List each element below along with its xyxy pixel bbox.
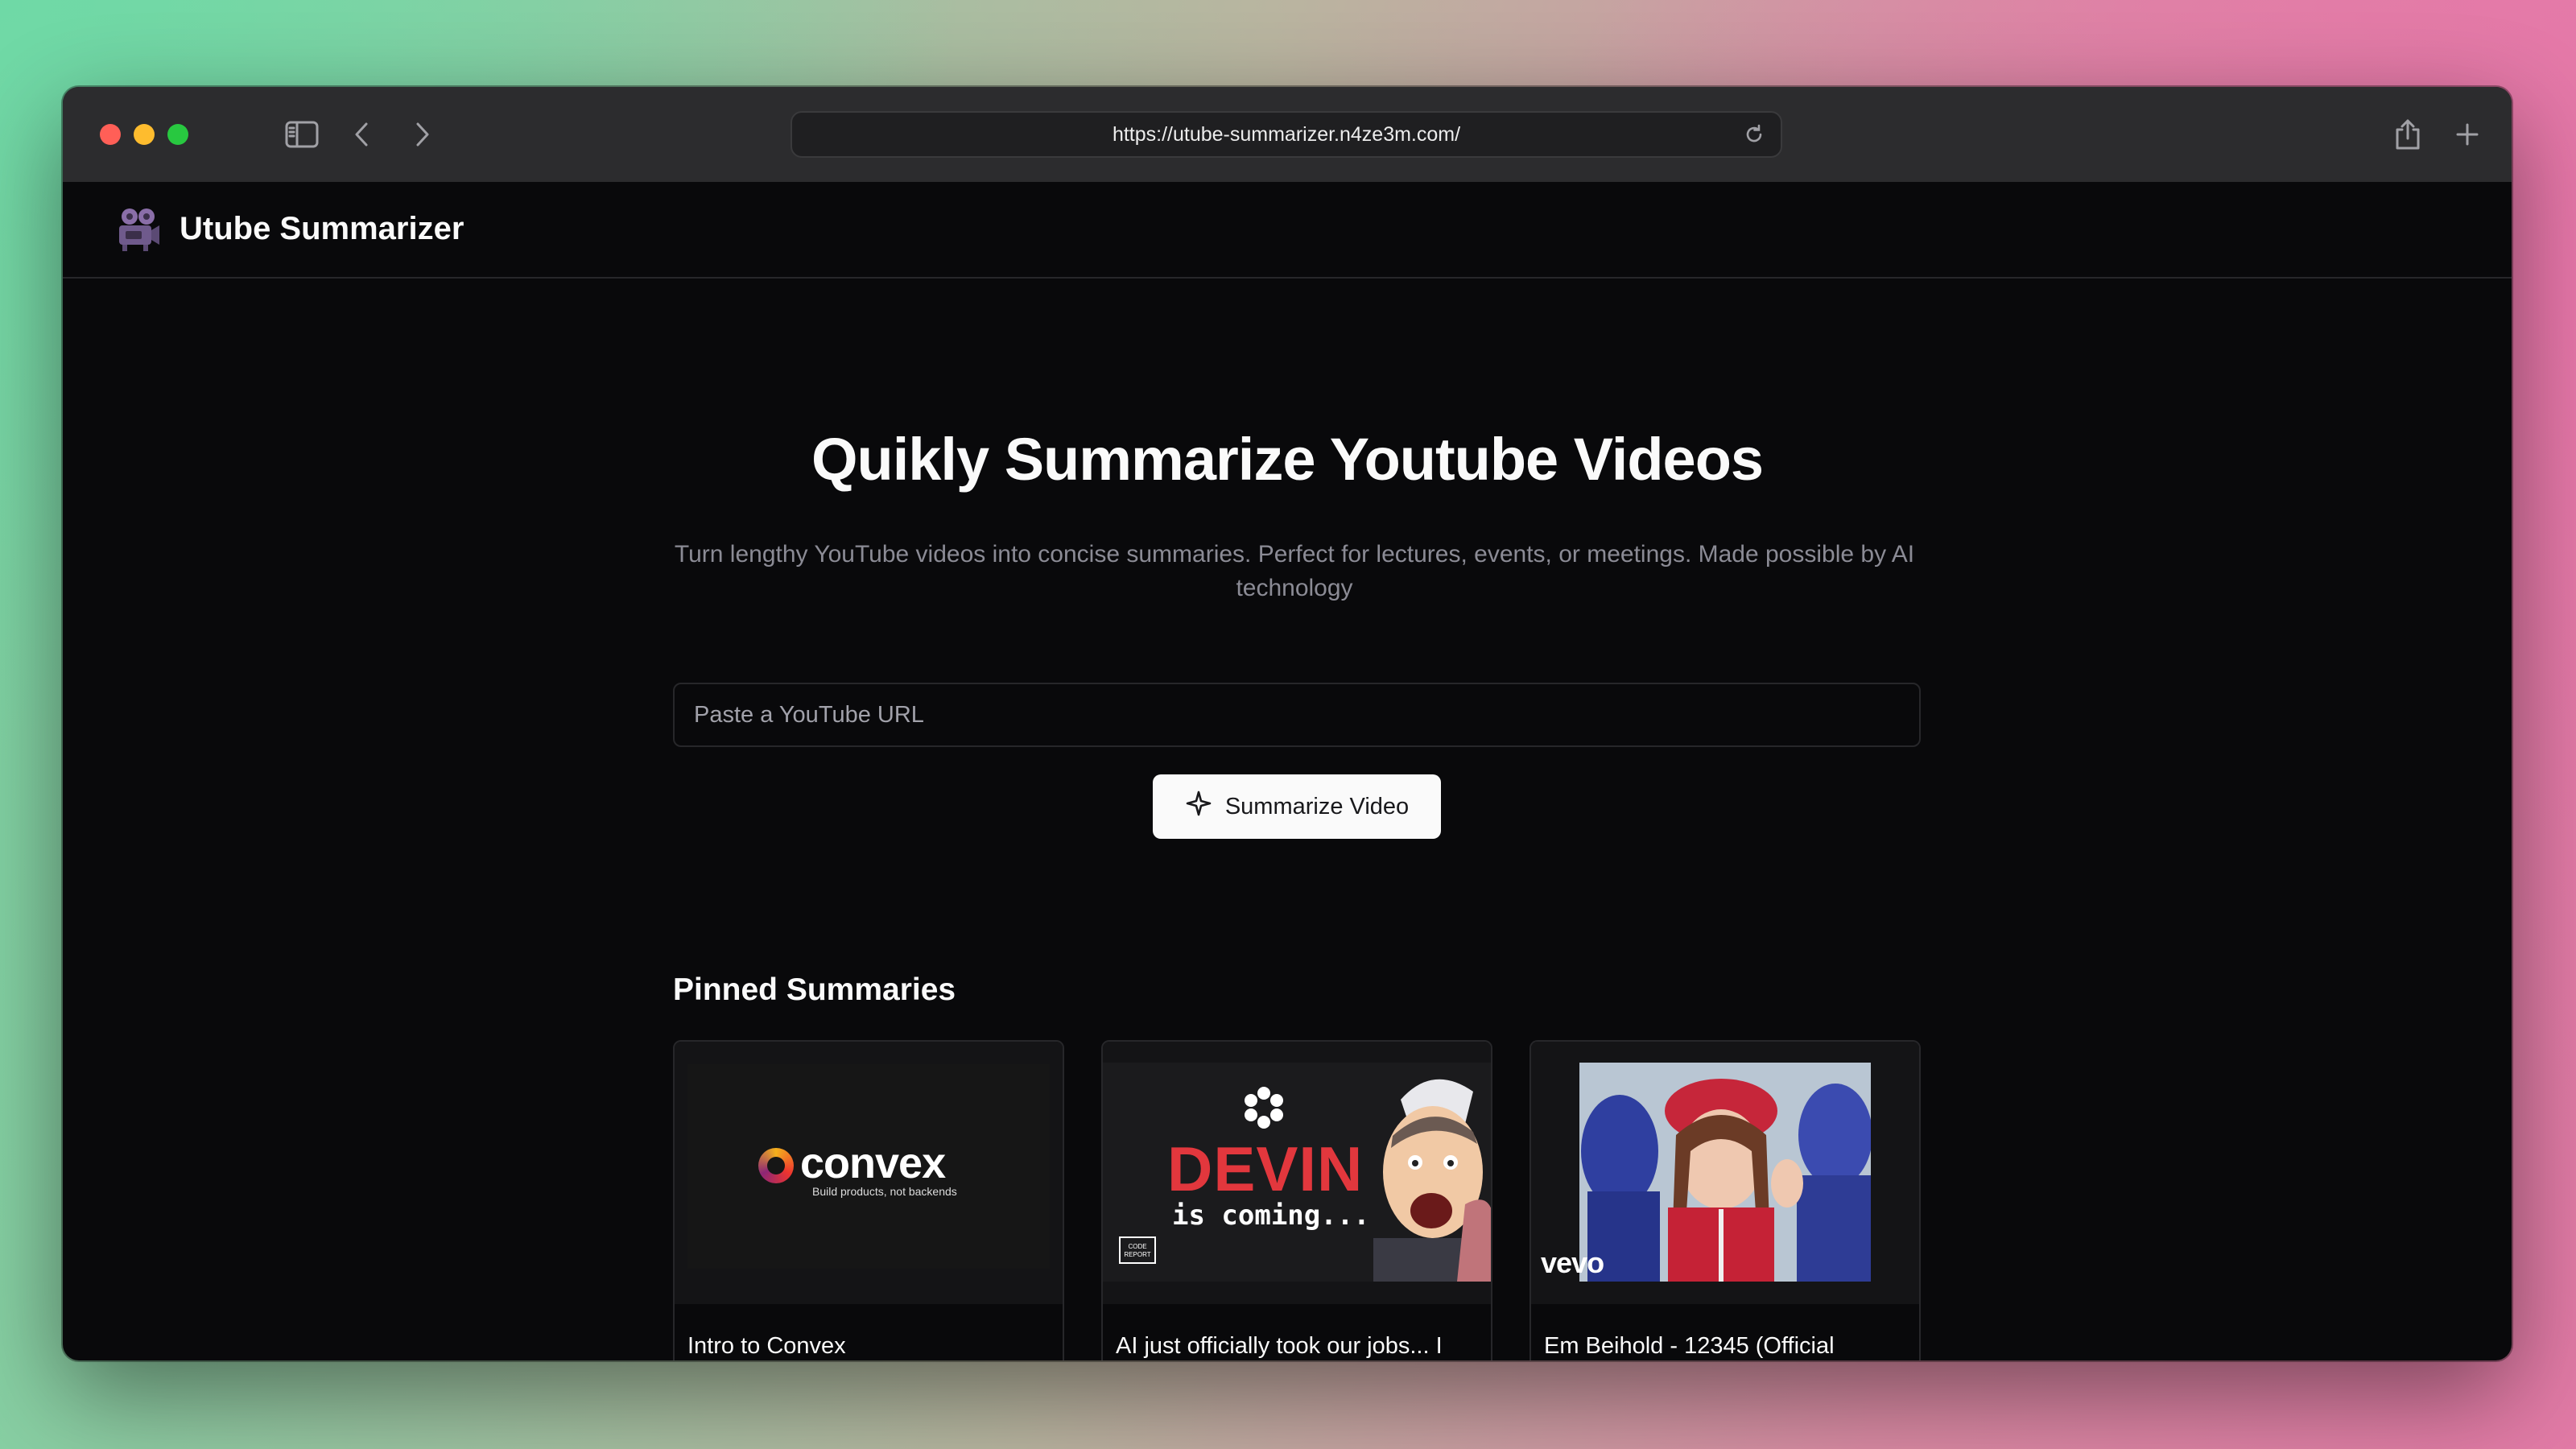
- pinned-card-em-beihold[interactable]: vevo Em Beihold - 12345 (Official: [1530, 1040, 1921, 1360]
- app-header: Utube Summarizer: [63, 182, 2512, 279]
- address-text: https://utube-summarizer.n4ze3m.com/: [1112, 122, 1461, 146]
- video-thumbnail[interactable]: vevo: [1531, 1042, 1919, 1304]
- reload-icon[interactable]: [1742, 122, 1766, 152]
- page-title: Quikly Summarize Youtube Videos: [811, 426, 1764, 493]
- convex-logo-icon: [758, 1148, 794, 1183]
- code-report-badge: CODE REPORT: [1119, 1236, 1156, 1264]
- video-thumbnail[interactable]: convex Build products, not backends: [675, 1042, 1063, 1304]
- music-video-image: [1579, 1063, 1871, 1282]
- pinned-summaries-heading: Pinned Summaries: [673, 972, 956, 1007]
- sparkle-icon: [1185, 790, 1212, 824]
- browser-toolbar: https://utube-summarizer.n4ze3m.com/: [63, 87, 2512, 182]
- devin-headline: DEVIN: [1167, 1133, 1364, 1204]
- youtube-url-input[interactable]: [673, 683, 1921, 747]
- convex-tagline: Build products, not backends: [812, 1185, 957, 1198]
- convex-thumbnail-frame: convex Build products, not backends: [687, 1064, 1050, 1269]
- new-tab-icon[interactable]: [2444, 111, 2491, 158]
- card-title[interactable]: Intro to Convex: [687, 1333, 846, 1360]
- browser-window: https://utube-summarizer.n4ze3m.com/ Utu…: [63, 87, 2512, 1360]
- tab-overview-icon[interactable]: [2504, 111, 2512, 158]
- zoom-window-button[interactable]: [167, 124, 188, 145]
- page-subtitle: Turn lengthy YouTube videos into concise…: [674, 541, 1915, 601]
- minimize-window-button[interactable]: [134, 124, 155, 145]
- share-icon[interactable]: [2384, 111, 2431, 158]
- flower-logo-icon: [1245, 1087, 1283, 1129]
- card-title[interactable]: AI just officially took our jobs... I: [1116, 1333, 1443, 1360]
- pinned-card-convex[interactable]: convex Build products, not backends Intr…: [673, 1040, 1064, 1360]
- pinned-card-devin[interactable]: DEVIN is coming... CODE REPORT AI just o…: [1101, 1040, 1492, 1360]
- address-bar[interactable]: https://utube-summarizer.n4ze3m.com/: [791, 111, 1782, 158]
- app-name[interactable]: Utube Summarizer: [180, 204, 464, 253]
- convex-wordmark: convex: [800, 1139, 946, 1187]
- video-thumbnail[interactable]: DEVIN is coming... CODE REPORT: [1103, 1042, 1491, 1304]
- summarize-video-button[interactable]: Summarize Video: [1153, 774, 1441, 839]
- card-title[interactable]: Em Beihold - 12345 (Official: [1544, 1333, 1835, 1360]
- devin-thumbnail-frame: DEVIN is coming... CODE REPORT: [1103, 1063, 1491, 1282]
- movie-camera-icon[interactable]: [114, 204, 163, 253]
- close-window-button[interactable]: [100, 124, 121, 145]
- cartoon-character-image: [1373, 1079, 1491, 1282]
- back-icon[interactable]: [338, 111, 385, 158]
- vevo-watermark: vevo: [1541, 1246, 1604, 1279]
- forward-icon[interactable]: [399, 111, 446, 158]
- devin-subline: is coming...: [1172, 1199, 1370, 1232]
- summarize-button-label: Summarize Video: [1224, 793, 1410, 819]
- sidebar-toggle-icon[interactable]: [279, 111, 325, 158]
